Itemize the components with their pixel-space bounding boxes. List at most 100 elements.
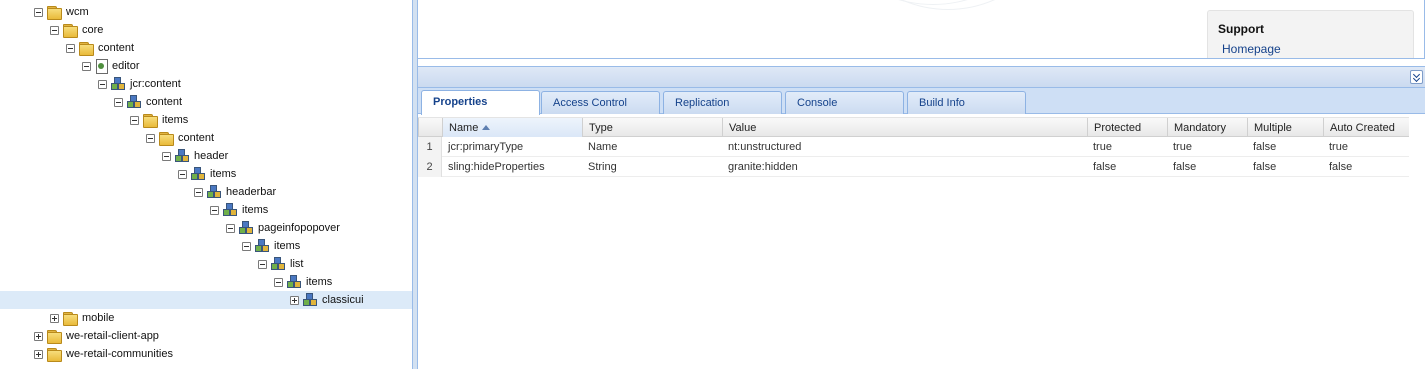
tree-node-items[interactable]: items	[0, 273, 412, 291]
tree-node-headerbar[interactable]: headerbar	[0, 183, 412, 201]
collapse-node-icon[interactable]	[130, 115, 139, 125]
collapse-node-icon[interactable]	[98, 79, 107, 89]
tree-node-content[interactable]: items	[130, 111, 188, 129]
tree-node-items[interactable]: items	[0, 201, 412, 219]
column-header-label: Mandatory	[1174, 122, 1226, 134]
cell-value: nt:unstructured	[728, 141, 802, 153]
cell-name: jcr:primaryType	[448, 141, 524, 153]
tree-node-content[interactable]: core	[50, 21, 103, 39]
tree-node-items[interactable]: items	[0, 111, 412, 129]
tree-node-content[interactable]: jcr:content	[98, 75, 181, 93]
tree-node-wcm[interactable]: wcm	[0, 3, 412, 21]
tree-node-items[interactable]: items	[0, 165, 412, 183]
column-header-rownumber[interactable]	[418, 118, 442, 137]
tree-node-content[interactable]: we-retail-client-app	[34, 327, 159, 345]
tree-node-content[interactable]: pageinfopopover	[226, 219, 340, 237]
tree-node-list[interactable]: list	[0, 255, 412, 273]
column-header-type[interactable]: Type	[582, 118, 722, 137]
tab-build-info[interactable]: Build Info	[907, 91, 1026, 114]
collapse-icon[interactable]	[1410, 70, 1423, 84]
tree-node-content[interactable]: content	[66, 39, 134, 57]
collapse-node-icon[interactable]	[226, 223, 235, 233]
grid-header: Name Type Value Protected Mandatory Multiple A…	[418, 117, 1409, 137]
component-icon	[174, 149, 190, 163]
collapse-node-icon[interactable]	[34, 7, 43, 17]
tree-node-content[interactable]: items	[242, 237, 300, 255]
support-title: Support	[1218, 22, 1264, 36]
tree-node-content[interactable]: content	[0, 39, 412, 57]
collapse-node-icon[interactable]	[162, 151, 171, 161]
expand-icon[interactable]	[290, 295, 299, 305]
collapse-node-icon[interactable]	[258, 259, 267, 269]
expand-icon[interactable]	[34, 331, 43, 341]
cell-mandatory: false	[1173, 161, 1197, 173]
tree-node-classicui[interactable]: classicui	[0, 291, 412, 309]
collapse-node-icon[interactable]	[194, 187, 203, 197]
repository-tree: wcm core content editor jcr:content content it…	[0, 0, 412, 369]
tree-node-mobile[interactable]: mobile	[0, 309, 412, 327]
collapse-node-icon[interactable]	[114, 97, 123, 107]
expand-icon[interactable]	[50, 313, 59, 323]
tree-node-content[interactable]: mobile	[50, 309, 114, 327]
cell-value: granite:hidden	[728, 161, 798, 173]
table-row[interactable]: 2 sling:hideProperties String granite:hidde…	[418, 157, 1409, 177]
tree-node-items[interactable]: items	[0, 237, 412, 255]
tree-node-editor[interactable]: editor	[0, 57, 412, 75]
sort-ascending-icon	[482, 125, 491, 130]
folder-icon	[46, 5, 62, 20]
collapse-node-icon[interactable]	[146, 133, 155, 143]
tree-node-content[interactable]: headerbar	[194, 183, 276, 201]
tree-node-content[interactable]: header	[162, 147, 228, 165]
collapse-node-icon[interactable]	[242, 241, 251, 251]
tree-node-core[interactable]: core	[0, 21, 412, 39]
table-row[interactable]: 1 jcr:primaryType Name nt:unstructured true t…	[418, 137, 1409, 157]
tree-node-content[interactable]: content	[0, 129, 412, 147]
column-header-mandatory[interactable]: Mandatory	[1167, 118, 1247, 137]
folder-icon	[78, 41, 94, 56]
tree-node-jcr-content[interactable]: jcr:content	[0, 75, 412, 93]
collapse-node-icon[interactable]	[82, 61, 91, 71]
column-header-value[interactable]: Value	[722, 118, 1087, 137]
tab-console[interactable]: Console	[785, 91, 904, 114]
background-swirl	[828, 0, 1068, 10]
column-header-multiple[interactable]: Multiple	[1247, 118, 1323, 137]
tree-node-content[interactable]: we-retail-communities	[34, 345, 173, 363]
tree-node-content[interactable]: items	[210, 201, 268, 219]
tree-node-label: mobile	[82, 312, 115, 324]
column-header-name[interactable]: Name	[442, 118, 582, 137]
collapse-node-icon[interactable]	[274, 277, 283, 287]
tree-node-pageinfopopover[interactable]: pageinfopopover	[0, 219, 412, 237]
collapse-node-icon[interactable]	[178, 169, 187, 179]
cell-multiple: false	[1253, 141, 1277, 153]
tree-node-content[interactable]: wcm	[34, 3, 89, 21]
collapse-node-icon[interactable]	[50, 25, 59, 35]
tree-node-content[interactable]: content	[114, 93, 182, 111]
collapse-node-icon[interactable]	[66, 43, 75, 53]
cell-protected: false	[1093, 161, 1117, 173]
column-header-protected[interactable]: Protected	[1087, 118, 1167, 137]
tab-access-control[interactable]: Access Control	[541, 91, 660, 114]
tree-node-we-retail-communities[interactable]: we-retail-communities	[0, 345, 412, 363]
tree-node-content[interactable]: classicui	[290, 291, 364, 309]
expand-icon[interactable]	[34, 349, 43, 359]
component-icon	[126, 95, 142, 109]
tree-node-content[interactable]: content	[146, 129, 214, 147]
homepage-link[interactable]: Homepage	[1222, 42, 1281, 56]
tree-node-content[interactable]: list	[258, 255, 303, 273]
tree-node-label: core	[82, 24, 104, 36]
component-icon	[302, 293, 318, 307]
folder-icon	[46, 347, 62, 362]
tree-node-content[interactable]: editor	[82, 57, 140, 75]
tree-node-label: items	[306, 276, 333, 288]
tab-replication[interactable]: Replication	[663, 91, 782, 114]
cell-type: String	[588, 161, 617, 173]
tree-node-header[interactable]: header	[0, 147, 412, 165]
tree-node-we-retail-client-app[interactable]: we-retail-client-app	[0, 327, 412, 345]
column-header-auto-created[interactable]: Auto Created	[1323, 118, 1409, 137]
tree-node-content[interactable]: items	[274, 273, 332, 291]
tree-node-content[interactable]: content	[0, 93, 412, 111]
tree-node-label: wcm	[66, 6, 89, 18]
collapse-node-icon[interactable]	[210, 205, 219, 215]
tab-properties[interactable]: Properties	[421, 90, 540, 115]
tree-node-content[interactable]: items	[178, 165, 236, 183]
